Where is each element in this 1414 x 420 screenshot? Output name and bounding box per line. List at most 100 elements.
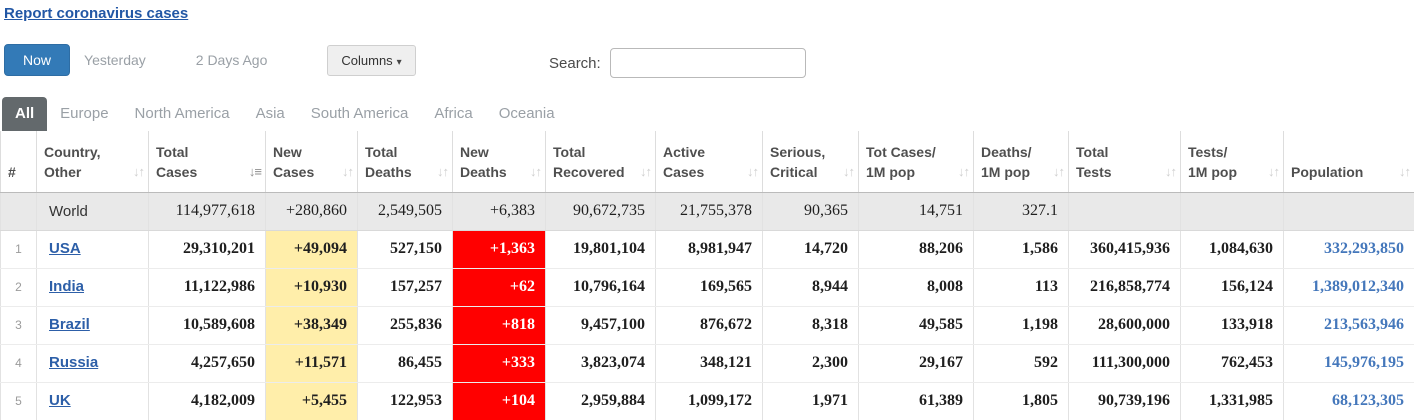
- population-link[interactable]: 213,563,946: [1324, 316, 1404, 333]
- country-link-russia[interactable]: Russia: [49, 354, 98, 371]
- table-row: 4Russia4,257,650+11,57186,455+3333,823,0…: [1, 344, 1414, 382]
- cell-active-cases: 169,565: [656, 268, 763, 306]
- column-header-new-deaths[interactable]: NewDeaths↓↑: [453, 131, 546, 192]
- continent-tabs: AllEuropeNorth AmericaAsiaSouth AmericaA…: [2, 97, 1414, 131]
- cell-new-deaths: +6,383: [453, 192, 546, 230]
- yesterday-button[interactable]: Yesterday: [70, 45, 160, 75]
- two-days-ago-button[interactable]: 2 Days Ago: [182, 45, 282, 75]
- rank-cell: 1: [1, 230, 37, 268]
- cell-total-cases: 4,257,650: [149, 344, 266, 382]
- search-label: Search:: [549, 55, 601, 72]
- column-header-tests-per-1m[interactable]: Tests/1M pop↓↑: [1181, 131, 1284, 192]
- column-header-total-deaths[interactable]: TotalDeaths↓↑: [358, 131, 453, 192]
- cell-total-recovered: 10,796,164: [546, 268, 656, 306]
- header-label-line: Deaths: [460, 162, 539, 182]
- column-header-deaths-per-1m[interactable]: Deaths/1M pop↓↑: [974, 131, 1069, 192]
- country-cell: World: [37, 192, 149, 230]
- country-link-usa[interactable]: USA: [49, 240, 81, 257]
- cell-tests-per-1m: 133,918: [1181, 306, 1284, 344]
- sort-icon: ↓↑: [1268, 163, 1279, 182]
- sort-icon: ↓↑: [1053, 163, 1064, 182]
- cell-population: 213,563,946: [1284, 306, 1414, 344]
- cell-total-recovered: 3,823,074: [546, 344, 656, 382]
- header-label-line: Tests: [1076, 162, 1174, 182]
- column-header-total-tests[interactable]: TotalTests↓↑: [1069, 131, 1181, 192]
- column-header-serious-critical[interactable]: Serious,Critical↓↑: [763, 131, 859, 192]
- population-link[interactable]: 1,389,012,340: [1312, 278, 1404, 295]
- column-header-total-recovered[interactable]: TotalRecovered↓↑: [546, 131, 656, 192]
- cell-population: 68,123,305: [1284, 382, 1414, 420]
- header-label-line: Deaths: [365, 162, 446, 182]
- tab-north-america[interactable]: North America: [122, 97, 243, 131]
- header-label-line: New: [460, 142, 539, 162]
- header-label-line: Country,: [44, 142, 142, 162]
- sort-icon: ↓↑: [1399, 163, 1410, 182]
- cell-active-cases: 8,981,947: [656, 230, 763, 268]
- cell-total-deaths: 255,836: [358, 306, 453, 344]
- cell-total-cases: 114,977,618: [149, 192, 266, 230]
- search-area: Search:: [549, 48, 806, 78]
- cell-serious-critical: 8,318: [763, 306, 859, 344]
- now-button[interactable]: Now: [4, 44, 70, 76]
- cell-deaths-per-1m: 113: [974, 268, 1069, 306]
- header-label-line: Active: [663, 142, 756, 162]
- column-header-country[interactable]: Country,Other↓↑: [37, 131, 149, 192]
- sort-icon: ↓↑: [1165, 163, 1176, 182]
- country-link-uk[interactable]: UK: [49, 392, 71, 409]
- cell-serious-critical: 90,365: [763, 192, 859, 230]
- cell-total-cases: 10,589,608: [149, 306, 266, 344]
- header-label-line: 1M pop: [981, 162, 1062, 182]
- column-header-active-cases[interactable]: ActiveCases↓↑: [656, 131, 763, 192]
- country-link-brazil[interactable]: Brazil: [49, 316, 90, 333]
- cell-total-tests: 90,739,196: [1069, 382, 1181, 420]
- country-cell: India: [37, 268, 149, 306]
- cell-new-cases: +5,455: [266, 382, 358, 420]
- cell-active-cases: 1,099,172: [656, 382, 763, 420]
- sort-icon: ↓↑: [958, 163, 969, 182]
- cell-tot-cases-per-1m: 29,167: [859, 344, 974, 382]
- tab-all[interactable]: All: [2, 97, 47, 131]
- tab-africa[interactable]: Africa: [421, 97, 485, 131]
- table-body: World114,977,618+280,8602,549,505+6,3839…: [1, 192, 1414, 420]
- cell-total-recovered: 9,457,100: [546, 306, 656, 344]
- tab-south-america[interactable]: South America: [298, 97, 422, 131]
- cell-total-cases: 4,182,009: [149, 382, 266, 420]
- cell-total-deaths: 527,150: [358, 230, 453, 268]
- country-cell: Brazil: [37, 306, 149, 344]
- column-header-new-cases[interactable]: NewCases↓↑: [266, 131, 358, 192]
- tab-europe[interactable]: Europe: [47, 97, 121, 131]
- header-label-line: Cases: [156, 162, 259, 182]
- column-header-total-cases[interactable]: TotalCases↓≡: [149, 131, 266, 192]
- header-label-line: Total: [553, 142, 649, 162]
- population-link[interactable]: 332,293,850: [1324, 240, 1404, 257]
- country-cell: Russia: [37, 344, 149, 382]
- report-cases-link[interactable]: Report coronavirus cases: [4, 5, 188, 22]
- caret-down-icon: ▾: [397, 57, 402, 68]
- cell-deaths-per-1m: 1,805: [974, 382, 1069, 420]
- rank-cell: [1, 192, 37, 230]
- sort-icon: ↓↑: [640, 163, 651, 182]
- tab-asia[interactable]: Asia: [243, 97, 298, 131]
- rank-cell: 4: [1, 344, 37, 382]
- header-label-line: Total: [365, 142, 446, 162]
- columns-label: Columns: [341, 53, 392, 68]
- population-link[interactable]: 68,123,305: [1332, 392, 1404, 409]
- cell-tests-per-1m: 1,331,985: [1181, 382, 1284, 420]
- cell-new-deaths: +333: [453, 344, 546, 382]
- header-label-line: 1M pop: [1188, 162, 1277, 182]
- columns-dropdown-button[interactable]: Columns ▾: [327, 45, 415, 76]
- tab-oceania[interactable]: Oceania: [486, 97, 568, 131]
- cell-new-deaths: +1,363: [453, 230, 546, 268]
- header-label-line: New: [273, 142, 351, 162]
- table-row: 2India11,122,986+10,930157,257+6210,796,…: [1, 268, 1414, 306]
- population-link[interactable]: 145,976,195: [1324, 354, 1404, 371]
- cell-new-cases: +280,860: [266, 192, 358, 230]
- cell-serious-critical: 8,944: [763, 268, 859, 306]
- table-row: 5UK4,182,009+5,455122,953+1042,959,8841,…: [1, 382, 1414, 420]
- table-header-row: #Country,Other↓↑TotalCases↓≡NewCases↓↑To…: [1, 131, 1414, 192]
- sort-icon: ↓↑: [437, 163, 448, 182]
- column-header-population[interactable]: Population↓↑: [1284, 131, 1414, 192]
- column-header-tot-cases-per-1m[interactable]: Tot Cases/1M pop↓↑: [859, 131, 974, 192]
- search-input[interactable]: [610, 48, 806, 78]
- country-link-india[interactable]: India: [49, 278, 84, 295]
